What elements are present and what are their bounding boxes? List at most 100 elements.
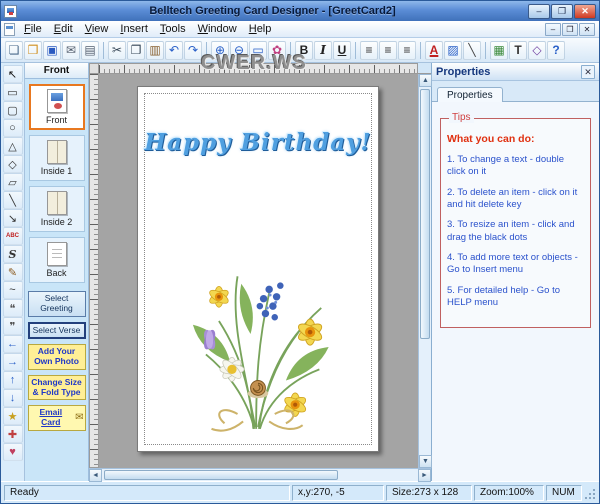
- arrow-line-tool[interactable]: ↘: [3, 209, 23, 227]
- help-icon[interactable]: ?: [547, 41, 565, 60]
- menu-item-file[interactable]: File: [18, 22, 48, 36]
- insert-shape-icon[interactable]: ◇: [528, 41, 546, 60]
- print-icon[interactable]: ▤: [81, 41, 99, 60]
- horizontal-scrollbar[interactable]: ◄ ►: [89, 468, 431, 481]
- callout-right-tool[interactable]: ❞: [3, 317, 23, 335]
- ruler-pad: [418, 63, 431, 74]
- panel-actions: Select Greeting Select Verse Add Your Own …: [25, 291, 88, 431]
- open-icon[interactable]: ❒: [24, 41, 42, 60]
- page-button-inside-2[interactable]: Inside 2: [29, 186, 85, 232]
- block-arrow-down-tool[interactable]: ↓: [3, 389, 23, 407]
- rounded-rectangle-tool[interactable]: ▢: [3, 101, 23, 119]
- tips-heading: What you can do:: [447, 133, 584, 145]
- mdi-restore-button[interactable]: ❐: [562, 23, 578, 36]
- menu-item-window[interactable]: Window: [192, 22, 243, 36]
- select-greeting-button[interactable]: Select Greeting: [28, 291, 86, 317]
- wordart-tool[interactable]: S: [3, 245, 23, 263]
- parallelogram-tool[interactable]: ▱: [3, 173, 23, 191]
- pencil-tool[interactable]: ✎: [3, 263, 23, 281]
- menu-items: FileEditViewInsertToolsWindowHelp: [18, 22, 545, 36]
- page-button-front[interactable]: Front: [29, 84, 85, 130]
- vertical-scrollbar[interactable]: ▲ ▼: [418, 74, 431, 468]
- tip-item-3: 3. To resize an item - click and drag th…: [447, 219, 584, 244]
- font-color-icon[interactable]: A: [425, 41, 443, 60]
- page-button-back[interactable]: Back: [29, 237, 85, 283]
- insert-textbox-icon[interactable]: T: [509, 41, 527, 60]
- page-label: Front: [46, 115, 67, 125]
- tip-item-2: 2. To delete an item - click on it and h…: [447, 187, 584, 212]
- envelope-icon: ✉: [75, 412, 83, 424]
- paste-icon[interactable]: ▥: [146, 41, 164, 60]
- card-greeting-text[interactable]: Happy Birthday!: [138, 129, 378, 156]
- document-icon[interactable]: [4, 23, 15, 36]
- vertical-scroll-track[interactable]: [419, 87, 431, 455]
- fill-color-icon[interactable]: ▨: [444, 41, 462, 60]
- maximize-button[interactable]: ❐: [551, 4, 573, 19]
- underline-icon[interactable]: U: [333, 41, 351, 60]
- menu-item-edit[interactable]: Edit: [48, 22, 79, 36]
- save-icon[interactable]: ▣: [43, 41, 61, 60]
- cut-icon[interactable]: ✂: [108, 41, 126, 60]
- scroll-down-icon[interactable]: ▼: [419, 455, 432, 468]
- minimize-button[interactable]: –: [528, 4, 550, 19]
- card-page[interactable]: Happy Birthday!: [137, 86, 379, 452]
- align-right-icon[interactable]: ≡: [398, 41, 416, 60]
- resize-grip[interactable]: [584, 485, 597, 501]
- mdi-minimize-button[interactable]: –: [545, 23, 561, 36]
- undo-icon[interactable]: ↶: [165, 41, 183, 60]
- redo-icon[interactable]: ↷: [184, 41, 202, 60]
- close-button[interactable]: ✕: [574, 4, 596, 19]
- triangle-tool[interactable]: △: [3, 137, 23, 155]
- design-canvas[interactable]: Happy Birthday!: [99, 74, 418, 468]
- vertical-scroll-thumb[interactable]: [420, 89, 430, 339]
- current-page-header: Front: [25, 63, 88, 79]
- email-icon[interactable]: ✉: [62, 41, 80, 60]
- line-tool[interactable]: ╲: [3, 191, 23, 209]
- block-arrow-up-tool[interactable]: ↑: [3, 371, 23, 389]
- menu-item-tools[interactable]: Tools: [154, 22, 192, 36]
- change-size-fold-type-label: Change Size & Fold Type: [30, 378, 84, 398]
- properties-close-icon[interactable]: ✕: [581, 65, 595, 79]
- horizontal-scroll-track[interactable]: [102, 469, 418, 481]
- page-button-inside-1[interactable]: Inside 1: [29, 135, 85, 181]
- block-arrow-right-tool[interactable]: →: [3, 353, 23, 371]
- cross-tool[interactable]: ✚: [3, 425, 23, 443]
- scroll-left-icon[interactable]: ◄: [89, 469, 102, 482]
- menu-item-view[interactable]: View: [79, 22, 115, 36]
- italic-icon[interactable]: I: [314, 41, 332, 60]
- status-ready: Ready: [4, 485, 290, 501]
- menu-item-insert[interactable]: Insert: [114, 22, 154, 36]
- page-thumb-inside-2-icon: [47, 191, 67, 215]
- copy-icon[interactable]: ❐: [127, 41, 145, 60]
- select-tool[interactable]: ↖: [3, 65, 23, 83]
- toolbar-separator: [355, 42, 356, 59]
- select-verse-button[interactable]: Select Verse: [28, 322, 86, 340]
- change-size-fold-type-button[interactable]: Change Size & Fold Type: [28, 375, 86, 401]
- menu-item-help[interactable]: Help: [243, 22, 278, 36]
- email-card-button[interactable]: Email Card✉: [28, 405, 86, 431]
- horizontal-scroll-thumb[interactable]: [104, 470, 338, 480]
- title-bar[interactable]: Belltech Greeting Card Designer - [Greet…: [1, 1, 599, 21]
- diamond-tool[interactable]: ◇: [3, 155, 23, 173]
- new-icon[interactable]: ❏: [5, 41, 23, 60]
- add-your-own-photo-button[interactable]: Add Your Own Photo: [28, 344, 86, 370]
- heart-tool[interactable]: ♥: [3, 443, 23, 461]
- star-tool[interactable]: ★: [3, 407, 23, 425]
- page-label: Inside 1: [41, 166, 73, 176]
- text-tool[interactable]: ABC: [3, 227, 23, 245]
- line-color-icon[interactable]: ╲: [463, 41, 481, 60]
- callout-left-tool[interactable]: ❝: [3, 299, 23, 317]
- ellipse-tool[interactable]: ○: [3, 119, 23, 137]
- insert-image-icon[interactable]: ▦: [490, 41, 508, 60]
- curve-tool[interactable]: ~: [3, 281, 23, 299]
- status-zoom: Zoom:100%: [474, 485, 544, 501]
- bouquet-image[interactable]: [165, 231, 351, 437]
- block-arrow-left-tool[interactable]: ←: [3, 335, 23, 353]
- rectangle-tool[interactable]: ▭: [3, 83, 23, 101]
- select-verse-label: Select Verse: [33, 326, 81, 336]
- align-left-icon[interactable]: ≡: [360, 41, 378, 60]
- scroll-up-icon[interactable]: ▲: [419, 74, 432, 87]
- scroll-right-icon[interactable]: ►: [418, 469, 431, 482]
- mdi-close-button[interactable]: ✕: [579, 23, 595, 36]
- align-center-icon[interactable]: ≡: [379, 41, 397, 60]
